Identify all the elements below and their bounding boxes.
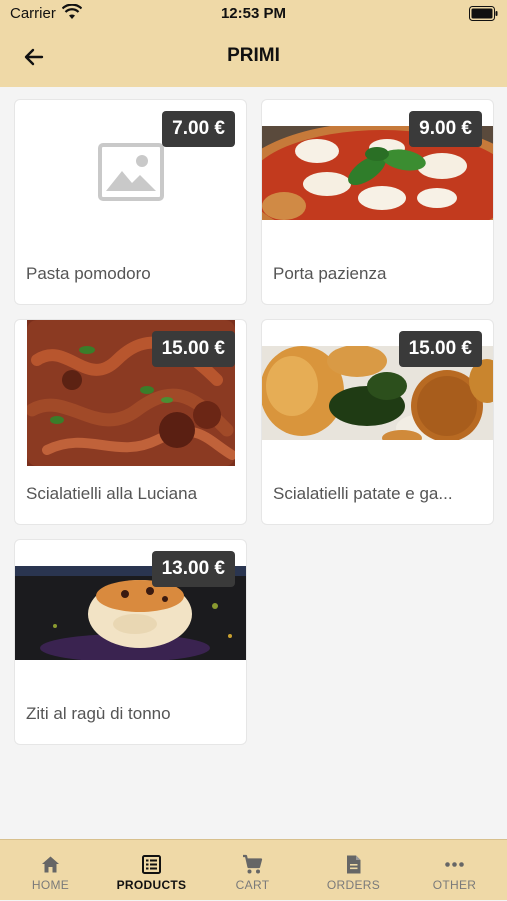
price-badge: 15.00 €: [398, 331, 482, 367]
product-card-pasta-pomodoro[interactable]: 7.00 € Pasta pomodoro: [14, 99, 247, 305]
home-icon: [42, 856, 59, 873]
status-bar: Carrier 12:53 PM: [0, 0, 507, 28]
product-name: Scialatielli alla Luciana: [26, 484, 198, 503]
product-grid: 7.00 € Pasta pomodoro 9.00 € Porta pazie…: [0, 87, 507, 839]
product-name: Pasta pomodoro: [26, 264, 151, 283]
product-name: Ziti al ragù di tonno: [26, 704, 171, 723]
list-icon: [142, 855, 161, 874]
page-title: PRIMI: [227, 45, 280, 66]
tab-home[interactable]: HOME: [0, 840, 101, 901]
back-arrow-icon[interactable]: [20, 44, 48, 70]
product-card-ziti-al-ragu[interactable]: 13.00 € Ziti al ragù di tonno: [14, 539, 247, 745]
cart-icon: [243, 854, 263, 874]
more-icon: [445, 862, 464, 867]
tab-orders[interactable]: ORDERS: [303, 840, 404, 901]
price-badge: 15.00 €: [151, 331, 235, 367]
product-name: Scialatielli patate e ga...: [273, 484, 453, 503]
tab-products[interactable]: PRODUCTS: [101, 840, 202, 901]
document-icon: [347, 855, 361, 874]
product-name: Porta pazienza: [273, 264, 387, 283]
product-card-scialatielli-alla-luciana[interactable]: 15.00 € Scialatielli alla Luciana: [14, 319, 247, 525]
tab-label: HOME: [31, 878, 70, 892]
image-placeholder-icon: [98, 143, 164, 201]
header-bar: PRIMI: [0, 28, 507, 87]
clock: 12:53 PM: [220, 5, 287, 22]
tab-label: PRODUCTS: [116, 878, 187, 892]
price-badge: 9.00 €: [409, 111, 482, 147]
price-badge: 13.00 €: [151, 551, 235, 587]
tab-bar: HOME PRODUCTS CART ORDERS OTHER: [0, 839, 507, 900]
tab-label: OTHER: [432, 878, 477, 892]
price-badge: 7.00 €: [162, 111, 235, 147]
tab-label: CART: [235, 878, 270, 892]
product-card-scialatielli-patate[interactable]: 15.00 € Scialatielli patate e ga...: [261, 319, 494, 525]
tab-other[interactable]: OTHER: [404, 840, 505, 901]
tab-cart[interactable]: CART: [202, 840, 303, 901]
battery-icon: [469, 6, 498, 21]
tab-label: ORDERS: [326, 878, 381, 892]
product-card-porta-pazienza[interactable]: 9.00 € Porta pazienza: [261, 99, 494, 305]
